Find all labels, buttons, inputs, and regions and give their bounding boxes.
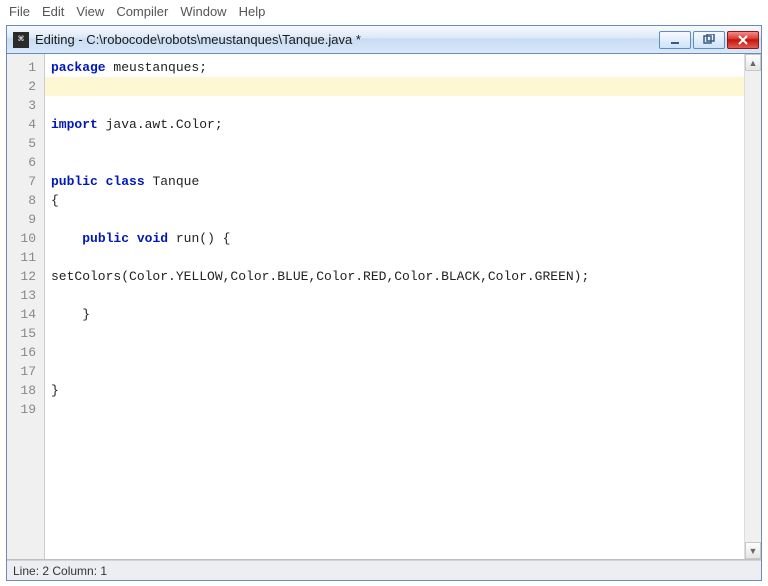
code-line[interactable]: import java.awt.Color; [45,115,744,134]
text-token [98,174,106,189]
window-buttons [659,31,759,49]
code-line[interactable]: } [45,305,744,324]
minimize-icon [669,34,681,46]
maximize-icon [703,34,715,46]
keyword-token: public [82,231,129,246]
code-line[interactable] [45,324,744,343]
line-number: 9 [7,210,44,229]
text-token: Tanque [145,174,200,189]
line-number: 15 [7,324,44,343]
code-line[interactable] [45,343,744,362]
line-number: 8 [7,191,44,210]
code-line[interactable] [45,77,744,96]
line-number: 13 [7,286,44,305]
line-number: 19 [7,400,44,419]
window-title: Editing - C:\robocode\robots\meustanques… [35,32,659,47]
outer-menubar: File Edit View Compiler Window Help [0,0,768,22]
text-token: setColors(Color.YELLOW,Color.BLUE,Color.… [51,269,589,284]
menu-window[interactable]: Window [175,3,231,20]
line-number: 17 [7,362,44,381]
line-number-gutter: 12345678910111213141516171819 [7,54,45,559]
keyword-token: package [51,60,106,75]
line-number: 3 [7,96,44,115]
code-area[interactable]: package meustanques; import java.awt.Colo… [45,54,744,559]
text-token: meustanques; [106,60,207,75]
line-number: 18 [7,381,44,400]
code-line[interactable] [45,286,744,305]
code-line[interactable] [45,210,744,229]
menu-file[interactable]: File [4,3,35,20]
line-number: 7 [7,172,44,191]
menu-compiler[interactable]: Compiler [111,3,173,20]
keyword-token: import [51,117,98,132]
code-line[interactable]: package meustanques; [45,58,744,77]
code-line[interactable]: { [45,191,744,210]
code-line[interactable] [45,248,744,267]
keyword-token: class [106,174,145,189]
line-number: 10 [7,229,44,248]
maximize-button[interactable] [693,31,725,49]
editor-window: ⌘ Editing - C:\robocode\robots\meustanqu… [6,25,762,581]
code-line[interactable]: } [45,381,744,400]
close-button[interactable] [727,31,759,49]
app-icon: ⌘ [13,32,29,48]
code-line[interactable]: public void run() { [45,229,744,248]
code-line[interactable] [45,400,744,419]
code-line[interactable] [45,96,744,115]
text-token [129,231,137,246]
minimize-button[interactable] [659,31,691,49]
code-line[interactable] [45,153,744,172]
line-number: 2 [7,77,44,96]
titlebar[interactable]: ⌘ Editing - C:\robocode\robots\meustanqu… [7,26,761,54]
line-number: 11 [7,248,44,267]
text-token: { [51,193,59,208]
scroll-up-arrow[interactable]: ▲ [745,54,761,71]
line-number: 4 [7,115,44,134]
keyword-token: public [51,174,98,189]
code-line[interactable] [45,362,744,381]
line-number: 6 [7,153,44,172]
code-line[interactable]: setColors(Color.YELLOW,Color.BLUE,Color.… [45,267,744,286]
text-token: } [51,307,90,322]
text-token [51,231,82,246]
cursor-position: Line: 2 Column: 1 [13,564,107,578]
line-number: 5 [7,134,44,153]
vertical-scrollbar[interactable]: ▲ ▼ [744,54,761,559]
menu-view[interactable]: View [71,3,109,20]
text-token: run() { [168,231,230,246]
menu-edit[interactable]: Edit [37,3,69,20]
scroll-down-arrow[interactable]: ▼ [745,542,761,559]
status-bar: Line: 2 Column: 1 [7,560,761,580]
line-number: 1 [7,58,44,77]
keyword-token: void [137,231,168,246]
code-line[interactable]: public class Tanque [45,172,744,191]
line-number: 14 [7,305,44,324]
close-icon [737,34,749,46]
editor-area: 12345678910111213141516171819 package me… [7,54,761,560]
menu-help[interactable]: Help [234,3,271,20]
line-number: 12 [7,267,44,286]
line-number: 16 [7,343,44,362]
text-token: java.awt.Color; [98,117,223,132]
text-token: } [51,383,59,398]
code-line[interactable] [45,134,744,153]
